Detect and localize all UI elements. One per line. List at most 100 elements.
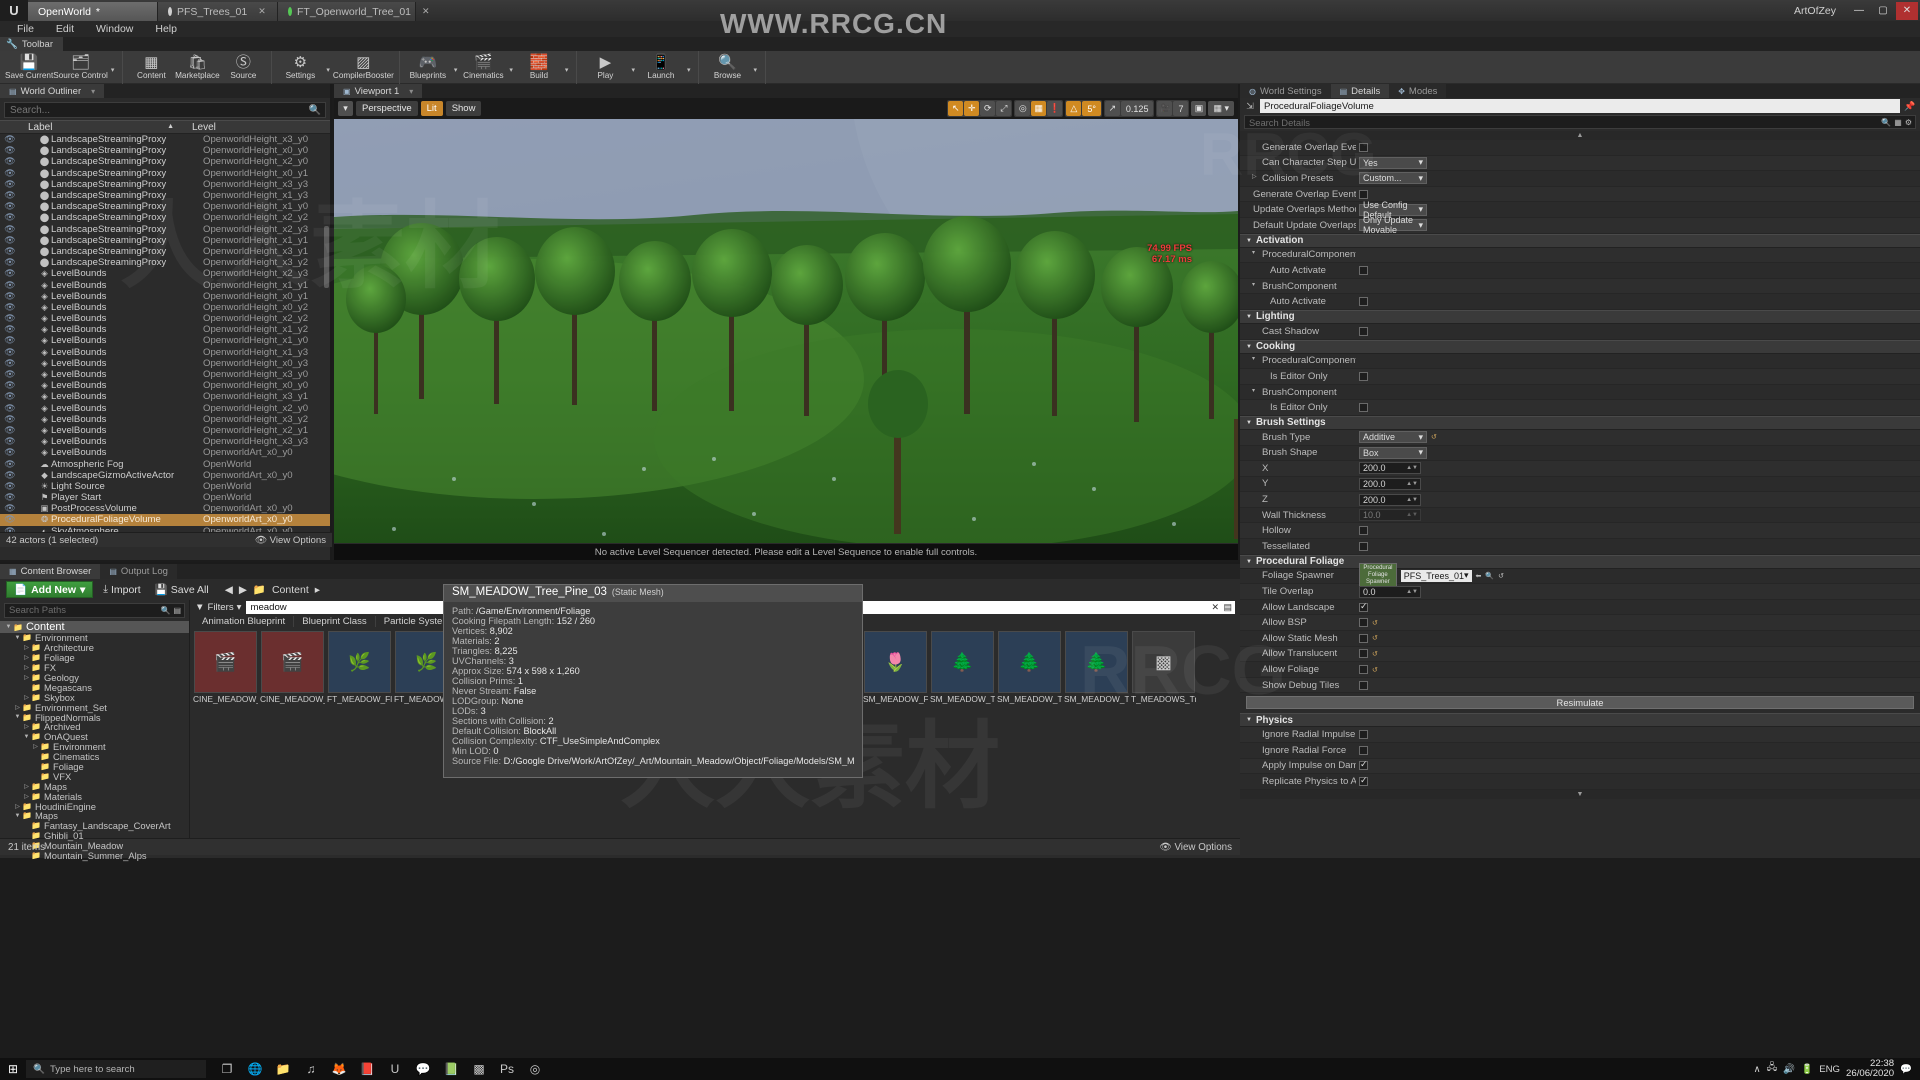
checkbox[interactable]	[1359, 730, 1368, 740]
visibility-toggle-icon[interactable]: 👁	[0, 481, 20, 492]
search-icon[interactable]: 🔍	[1485, 572, 1494, 580]
details-section-cooking[interactable]: ▼ Cooking	[1240, 339, 1920, 354]
angle-snap-icon[interactable]: △	[1066, 101, 1082, 116]
expand-icon[interactable]: ▷	[22, 674, 31, 681]
expand-icon[interactable]: ▾	[1252, 249, 1255, 256]
user-account-label[interactable]: ArtOfZey	[1784, 5, 1846, 17]
tray-chevron-icon[interactable]: ∧	[1754, 1064, 1761, 1075]
toolbar-button-source[interactable]: Ⓢ Source	[220, 51, 266, 84]
select-tool-icon[interactable]: ↖	[948, 101, 964, 116]
outliner-row[interactable]: 👁 ⬤ LandscapeStreamingProxy OpenworldHeight…	[0, 179, 330, 190]
visibility-toggle-icon[interactable]: 👁	[0, 425, 20, 436]
menu-edit[interactable]: Edit	[45, 21, 85, 37]
toolbar-button-source-control[interactable]: 🗂 Source Control	[53, 51, 108, 84]
details-section-brush-settings[interactable]: ▼ Brush Settings	[1240, 415, 1920, 430]
task-view-icon[interactable]: ❐	[214, 1059, 240, 1079]
column-label[interactable]: Label ▲	[0, 122, 192, 133]
details-section-physics[interactable]: ▼ Physics	[1240, 713, 1920, 728]
expand-icon[interactable]: ▷	[22, 644, 31, 651]
folder-tree-item[interactable]: 📁 Cinematics	[0, 751, 189, 762]
outliner-list[interactable]: 👁 ⬤ LandscapeStreamingProxy OpenworldHeight…	[0, 134, 330, 540]
excel-icon[interactable]: 📗	[438, 1059, 464, 1079]
start-button-icon[interactable]: ⊞	[0, 1062, 26, 1076]
asset-tile[interactable]: 🌲 SM_MEADOW_Tree_Pine_01	[930, 631, 995, 729]
reset-icon[interactable]: ↺	[1431, 433, 1437, 441]
dropdown[interactable]: Only Update Movable ▾	[1359, 215, 1427, 235]
tab-details[interactable]: ▤ Details	[1330, 84, 1390, 98]
outliner-row[interactable]: 👁 ☀ Light Source OpenWorld	[0, 481, 330, 492]
checkbox[interactable]	[1359, 371, 1368, 381]
visibility-toggle-icon[interactable]: 👁	[0, 280, 20, 291]
number-field[interactable]: 0.0 ▲▼	[1359, 585, 1421, 598]
taskbar-clock[interactable]: 22:38 26/06/2020	[1846, 1059, 1894, 1079]
dropdown[interactable]: Yes ▾	[1359, 156, 1427, 169]
outliner-row[interactable]: 👁 ⬤ LandscapeStreamingProxy OpenworldHeight…	[0, 168, 330, 179]
folder-tree-item[interactable]: ▼ 📁 Content	[0, 621, 189, 633]
expand-icon[interactable]: ▷	[13, 704, 22, 711]
toolbar-button-compilerbooster[interactable]: ▨ CompilerBooster	[333, 51, 394, 84]
checkbox[interactable]	[1359, 618, 1368, 628]
outliner-row[interactable]: 👁 ⬤ LandscapeStreamingProxy OpenworldHeight…	[0, 246, 330, 257]
expand-icon[interactable]: ▷	[31, 743, 40, 750]
spinner-icon[interactable]: ▲▼	[1406, 512, 1418, 518]
number-field[interactable]: 10.0 ▲▼	[1359, 509, 1421, 522]
reset-icon[interactable]: ↺	[1372, 634, 1378, 642]
asset-category-tab[interactable]: Animation Blueprint	[194, 615, 295, 627]
editor-tab-ft-openworld-tree[interactable]: FT_Openworld_Tree_01 ✕	[278, 2, 430, 21]
column-level[interactable]: Level	[192, 122, 330, 133]
dropdown-arrow-icon[interactable]: ▾	[562, 66, 572, 74]
checkbox[interactable]	[1359, 403, 1368, 413]
visibility-toggle-icon[interactable]: 👁	[0, 246, 20, 257]
dropdown[interactable]: Use Config Default ▾	[1359, 200, 1427, 220]
tray-volume-icon[interactable]: 🔊	[1783, 1064, 1795, 1075]
translate-tool-icon[interactable]: ✛	[964, 101, 980, 116]
search-paths-input[interactable]: Search Paths 🔍 ▤	[4, 603, 185, 618]
folder-tree-item[interactable]: 📁 Fantasy_Landscape_CoverArt	[0, 820, 189, 831]
checkbox[interactable]	[1359, 189, 1368, 199]
dropdown-arrow-icon[interactable]: ▾	[750, 66, 760, 74]
visibility-toggle-icon[interactable]: 👁	[0, 403, 20, 414]
outliner-row[interactable]: 👁 ◈ LevelBounds OpenworldHeight_x2_y0	[0, 403, 330, 414]
menu-help[interactable]: Help	[144, 21, 188, 37]
checkbox[interactable]	[1359, 541, 1368, 551]
add-new-button[interactable]: 📄 Add New ▾	[6, 581, 94, 598]
world-coords-icon[interactable]: ◎	[1015, 101, 1031, 116]
toolbar-tab[interactable]: 🔧 Toolbar	[0, 37, 64, 51]
dropdown-arrow-icon[interactable]: ▾	[506, 66, 516, 74]
toolbar-button-cinematics[interactable]: 🎬 Cinematics	[460, 51, 506, 84]
visibility-toggle-icon[interactable]: 👁	[0, 168, 20, 179]
outliner-row[interactable]: 👁 ⬤ LandscapeStreamingProxy OpenworldHeight…	[0, 201, 330, 212]
outliner-row[interactable]: 👁 ◈ LevelBounds OpenworldHeight_x1_y1	[0, 279, 330, 291]
tab-output-log[interactable]: ▤ Output Log	[100, 564, 177, 579]
outliner-row[interactable]: 👁 ⬤ LandscapeStreamingProxy OpenworldHeight…	[0, 134, 330, 145]
maximize-button[interactable]: ▢	[1872, 2, 1894, 20]
visibility-toggle-icon[interactable]: 👁	[0, 224, 20, 235]
lit-dropdown[interactable]: Lit	[420, 101, 443, 116]
outliner-row[interactable]: 👁 ⚑ Player Start OpenWorld	[0, 492, 330, 503]
photoshop-icon[interactable]: Ps	[494, 1059, 520, 1079]
dropdown[interactable]: Custom... ▾	[1359, 172, 1427, 185]
visibility-toggle-icon[interactable]: 👁	[0, 313, 20, 324]
perspective-dropdown[interactable]: Perspective	[356, 101, 418, 116]
toolbar-button-marketplace[interactable]: 🛍 Marketplace	[174, 51, 220, 84]
visibility-toggle-icon[interactable]: 👁	[0, 235, 20, 246]
folder-tree[interactable]: ▼ 📁 Content ▼ 📁 Environment ▷ 📁 Architecture ▷ 📁 Fo…	[0, 621, 189, 861]
dropdown-arrow-icon[interactable]: ▾	[108, 66, 118, 74]
scale-snap-icon[interactable]: ↗	[1104, 101, 1120, 116]
details-section-activation[interactable]: ▼ Activation	[1240, 233, 1920, 248]
close-icon[interactable]: ✕	[422, 6, 430, 17]
discord-icon[interactable]: 💬	[410, 1059, 436, 1079]
viewport-scene[interactable]: 74.99 FPS 67.17 ms	[334, 119, 1238, 543]
scale-tool-icon[interactable]: ⤢	[996, 101, 1012, 116]
pdf-icon[interactable]: 📕	[354, 1059, 380, 1079]
surface-snap-icon[interactable]: ▦	[1031, 101, 1047, 116]
tray-battery-icon[interactable]: 🔋	[1801, 1064, 1813, 1075]
outliner-row[interactable]: 👁 ◈ LevelBounds OpenworldHeight_x2_y1	[0, 425, 330, 436]
outliner-row[interactable]: 👁 ◈ LevelBounds OpenworldHeight_x3_y1	[0, 391, 330, 402]
spotify-icon[interactable]: ♫	[298, 1059, 324, 1079]
toolbar-button-play[interactable]: ▶ Play	[582, 51, 628, 84]
visibility-toggle-icon[interactable]: 👁	[0, 190, 20, 201]
outliner-row[interactable]: 👁 ◈ LevelBounds OpenworldHeight_x1_y0	[0, 335, 330, 346]
clear-search-icon[interactable]: ✕	[1211, 602, 1219, 613]
checkbox[interactable]	[1359, 526, 1368, 536]
